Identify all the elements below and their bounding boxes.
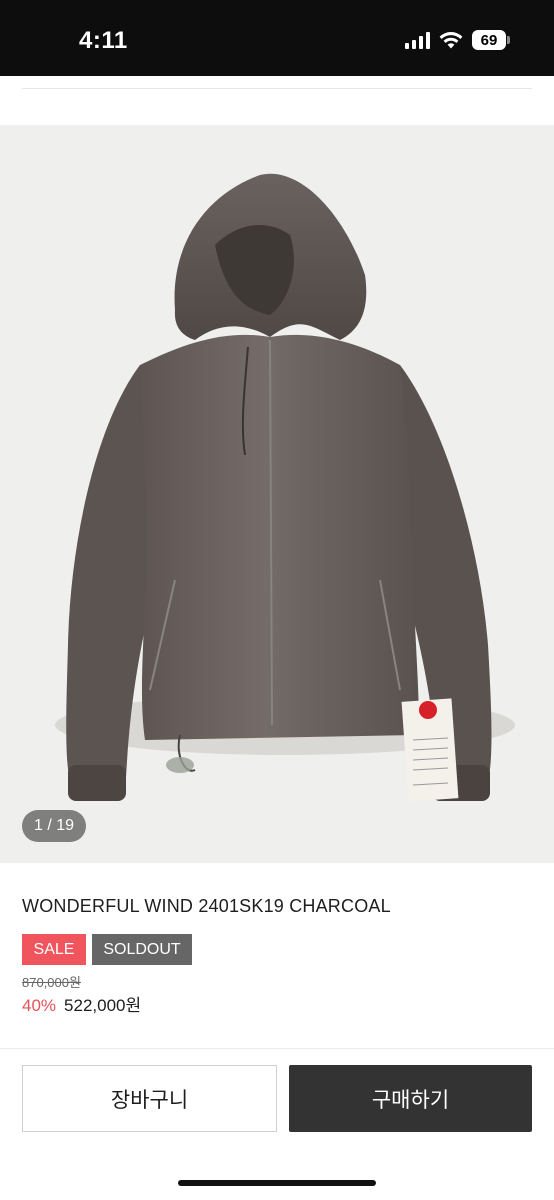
discount-rate: 40%: [22, 996, 57, 1015]
product-title: WONDERFUL WIND 2401SK19 CHARCOAL: [22, 896, 391, 916]
top-divider: [22, 88, 532, 89]
buy-now-button[interactable]: 구매하기: [289, 1065, 532, 1132]
image-counter: 1 / 19: [22, 810, 87, 842]
signal-icon: [405, 31, 430, 49]
sale-badge: SALE: [22, 934, 86, 965]
status-icons: 69: [405, 30, 510, 50]
wifi-icon: [439, 32, 463, 49]
battery-level: 69: [472, 30, 506, 50]
battery-icon: 69: [472, 30, 510, 50]
status-bar: 4:11 69: [0, 0, 554, 76]
badge-group: SALE SOLDOUT: [22, 934, 192, 965]
price-row: 40% 522,000원: [22, 991, 141, 1016]
product-image[interactable]: [0, 125, 554, 863]
home-indicator[interactable]: [178, 1180, 376, 1186]
add-to-cart-button[interactable]: 장바구니: [22, 1065, 277, 1132]
jacket-illustration: [55, 173, 515, 802]
bottom-divider: [0, 1048, 554, 1049]
status-time: 4:11: [79, 27, 128, 54]
original-price: 870,000원: [22, 975, 81, 990]
sale-price: 522,000원: [64, 996, 142, 1015]
soldout-badge: SOLDOUT: [92, 934, 192, 965]
